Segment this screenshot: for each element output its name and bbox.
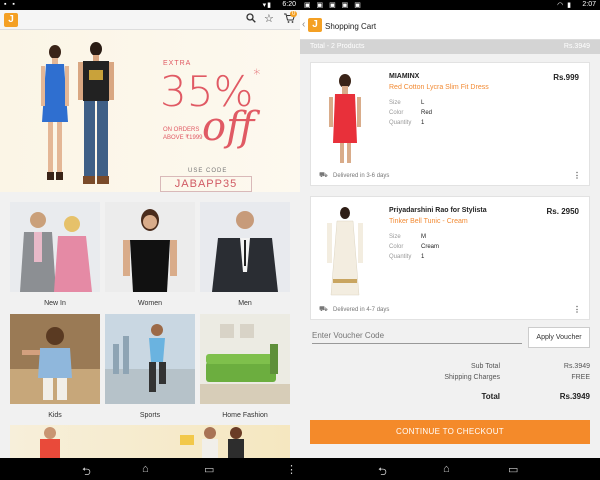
product-image [323,205,367,301]
product-price: Rs. 2950 [546,207,579,216]
home-icon[interactable]: ⌂ [443,463,450,475]
category-women-image [105,202,195,292]
signal-icon: ▾▮ [262,2,272,9]
attr-label: Color [389,244,404,250]
shopping-cart-screen: ▣ ▣ ▣ ▣ ▣ ◠ ▮ 2:07 ‹ J Shopping Cart Tot… [300,0,600,480]
app-bar: J ☆ 0 [0,10,300,30]
cart-count-badge: 0 [290,11,298,17]
product-name[interactable]: Tinker Bell Tunic - Cream [389,218,468,225]
attr-label: Quantity [389,254,412,260]
delivery-truck-icon: ⛟ [319,306,328,313]
attr-value: Red [421,110,433,116]
subtotal-value: Rs.3949 [563,363,590,370]
voucher-code-input[interactable] [312,328,522,344]
recents-icon[interactable]: ▭ [508,463,518,476]
shipping-value: FREE [571,374,590,381]
category-label: Sports [139,412,161,419]
promo-percent-mark: * [253,67,261,83]
category-label: Home Fashion [222,412,268,419]
cart-item[interactable]: Priyadarshini Rao for Stylista Tinker Be… [310,196,590,320]
page-title: Shopping Cart [325,22,377,31]
promo-off-text: off [202,104,255,150]
promo-banner[interactable]: EXTRA 35%* off ON ORDERS ABOVE ₹1999 USE… [0,30,300,192]
category-new-in-image [10,202,100,292]
attr-label: Quantity [389,120,412,126]
home-screen: ▪ ▪ ▾▮ 6:20 J ☆ 0 EXTRA 35%* off ON ORDE… [0,0,300,480]
category-label: Women [138,300,162,307]
status-bar: ▣ ▣ ▣ ▣ ▣ ◠ ▮ 2:07 [300,0,600,10]
category-kids[interactable]: Kids [10,314,100,419]
shipping-label: Shipping Charges [444,374,500,381]
product-name[interactable]: Red Cotton Lycra Slim Fit Dress [389,84,489,91]
cart-summary-bar: Total - 2 Products Rs.3949 [300,40,600,54]
recents-icon[interactable]: ▭ [204,463,214,476]
search-icon[interactable] [246,13,256,26]
category-grid: New In Women Men Kids Sports Home Fashio… [0,192,300,458]
attr-value: Cream [421,244,440,250]
promo-code: JABAPP35 [160,176,252,192]
category-women[interactable]: Women [105,202,195,307]
apply-voucher-button[interactable]: Apply Voucher [528,327,590,348]
back-arrow-icon[interactable]: ‹ [302,19,305,30]
system-nav-bar: ⮌ ⌂ ▭ ⋮ [0,458,300,480]
total-products-count: Total - 2 Products [310,43,365,50]
product-brand: Priyadarshini Rao for Stylista [389,207,487,214]
item-options-icon[interactable]: ⋮ [573,305,581,314]
delivery-estimate: Delivered in 4-7 days [333,307,390,313]
subtotal-label: Sub Total [470,363,500,370]
product-image [323,71,367,167]
category-home-fashion-image [200,314,290,404]
category-home-fashion[interactable]: Home Fashion [200,314,290,419]
total-amount: Rs.3949 [563,43,590,50]
cart-item[interactable]: MIAMINX Red Cotton Lycra Slim Fit Dress … [310,62,590,186]
category-label: Men [238,300,252,307]
attr-value: 1 [421,120,425,126]
star-icon[interactable]: ☆ [264,12,274,25]
home-icon[interactable]: ⌂ [142,463,149,475]
system-nav-bar: ⮌ ⌂ ▭ [300,458,600,480]
status-time: 2:07 [582,1,596,8]
category-label: New In [44,300,66,307]
item-options-icon[interactable]: ⋮ [573,171,581,180]
category-new-in[interactable]: New In [10,202,100,307]
attr-value: M [421,234,426,240]
attr-value: L [421,100,425,106]
status-bar: ▪ ▪ ▾▮ 6:20 [0,0,300,10]
total-value: Rs.3949 [559,392,590,401]
attr-label: Color [389,110,404,116]
category-label: Kids [48,412,62,419]
secondary-promo-banner[interactable] [10,425,290,460]
delivery-truck-icon: ⛟ [319,172,328,179]
category-sports[interactable]: Sports [105,314,195,419]
category-kids-image [10,314,100,404]
product-brand: MIAMINX [389,73,420,80]
app-bar: ‹ J Shopping Cart [300,10,600,40]
category-sports-image [105,314,195,404]
male-model-image [78,42,114,184]
category-men[interactable]: Men [200,202,290,307]
notification-icons: ▣ ▣ ▣ ▣ ▣ [304,2,363,9]
notification-icons: ▪ ▪ [4,1,17,8]
wifi-battery-icons: ◠ ▮ [557,2,572,9]
app-logo[interactable]: J [308,18,322,32]
back-icon[interactable]: ⮌ [82,463,91,480]
continue-to-checkout-button[interactable]: CONTINUE TO CHECKOUT [310,420,590,444]
attr-label: Size [389,100,401,106]
female-model-image [41,45,69,180]
promo-extra-label: EXTRA [163,60,192,67]
total-label: Total [481,392,500,401]
promo-condition: ON ORDERS ABOVE ₹1999 [163,127,203,141]
attr-label: Size [389,234,401,240]
status-time: 6:20 [282,1,296,8]
delivery-estimate: Delivered in 3-6 days [333,173,390,179]
product-price: Rs.999 [553,73,579,82]
attr-value: 1 [421,254,425,260]
back-icon[interactable]: ⮌ [378,463,387,480]
app-logo[interactable]: J [4,13,18,27]
promo-use-code-label: USE CODE [188,168,228,174]
secondary-promo-image [40,427,244,460]
category-men-image [200,202,290,292]
overflow-menu-icon[interactable]: ⋮ [286,463,297,476]
